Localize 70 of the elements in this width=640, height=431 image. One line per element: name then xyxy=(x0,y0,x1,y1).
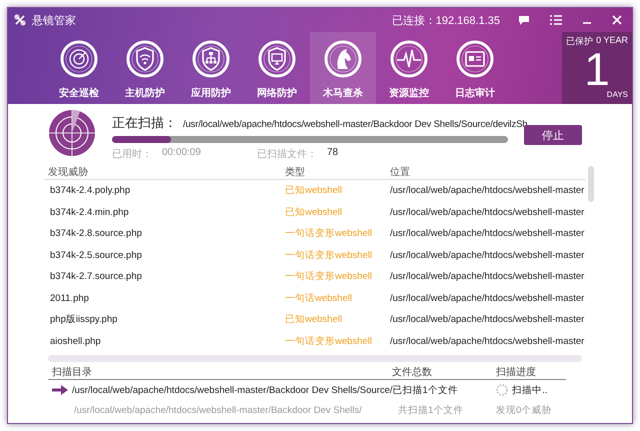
nav-tab[interactable]: 安全巡检 xyxy=(46,32,112,104)
connection-status: 已连接：192.168.1.35 xyxy=(392,14,500,28)
threat-type: 一句话变形webshell xyxy=(285,271,372,282)
file-name: b374k-2.7.source.php xyxy=(50,271,142,282)
spinner-icon xyxy=(496,384,508,396)
file-name: b374k-2.5.source.php xyxy=(50,250,142,261)
shield-network-icon xyxy=(191,39,231,79)
file-name: b374k-2.4.min.php xyxy=(50,206,129,218)
chat-icon[interactable] xyxy=(518,14,530,26)
scan-progress: 发现0个威胁 xyxy=(496,404,552,416)
window-title: 悬镜管家 xyxy=(32,14,76,28)
directory-path: /usr/local/web/apache/htdocs/webshell-master/Backdoor Dev Shells/Source/ xyxy=(72,384,393,396)
files-label: 已扫描文件： xyxy=(256,148,317,161)
column-header: 扫描目录 xyxy=(51,366,93,379)
years-count: 0 YEAR xyxy=(596,35,628,47)
column-header: 发现威胁 xyxy=(47,166,89,178)
threat-type: 已知webshell xyxy=(285,185,342,196)
threat-type: 已知webshell xyxy=(285,206,342,218)
days-label: DAYS xyxy=(606,90,628,99)
column-header: 文件总数 xyxy=(392,366,433,379)
file-name: aioshell.php xyxy=(50,336,101,347)
nav-tab[interactable]: 应用防护 xyxy=(178,32,244,104)
days-count: 1 xyxy=(584,48,610,90)
scanning-label: 正在扫描： xyxy=(112,114,177,132)
elapsed-time: 00:00:09 xyxy=(162,147,201,160)
directory-path: /usr/local/web/apache/htdocs/webshell-master/Backdoor Dev Shells/ xyxy=(74,404,362,416)
stop-button[interactable]: 停止 xyxy=(524,125,582,145)
file-location: /usr/local/web/apache/htdocs/webshell-master xyxy=(390,185,584,196)
file-location: /usr/local/web/apache/htdocs/webshell-master xyxy=(390,250,584,261)
file-location: /usr/local/web/apache/htdocs/webshell-master xyxy=(390,271,584,282)
shield-monitor-icon xyxy=(257,39,297,79)
file-name: b374k-2.4.poly.php xyxy=(50,185,130,196)
nav-tab[interactable]: 木马查杀 xyxy=(310,32,376,104)
nav-tab[interactable]: 主机防护 xyxy=(112,32,178,104)
column-header: 位置 xyxy=(390,166,411,178)
threat-type: 一句话变形webshell xyxy=(285,228,372,240)
close-icon[interactable] xyxy=(612,15,622,25)
file-location: /usr/local/web/apache/htdocs/webshell-master xyxy=(390,228,584,240)
column-header: 类型 xyxy=(285,166,306,178)
file-location: /usr/local/web/apache/htdocs/webshell-master xyxy=(390,206,584,218)
logo-icon xyxy=(14,14,26,26)
file-location: /usr/local/web/apache/htdocs/webshell-master xyxy=(390,292,584,304)
threat-type: 已知webshell xyxy=(285,314,342,326)
threat-type: 一句话webshell xyxy=(285,292,352,304)
horse-icon xyxy=(323,39,363,79)
shield-wifi-icon xyxy=(125,39,165,79)
scrollbar-thumb[interactable] xyxy=(588,166,594,202)
pulse-icon xyxy=(389,39,429,79)
file-name: php版iisspy.php xyxy=(50,314,118,326)
file-name: 2011.php xyxy=(50,292,89,304)
nav-tab[interactable]: 日志审计 xyxy=(442,32,508,104)
threat-type: 一句话变形webshell xyxy=(285,250,372,261)
threat-type: 一句话变形webshell xyxy=(285,336,372,347)
file-total: 已扫描1个文件 xyxy=(392,384,458,396)
horizontal-scrollbar[interactable] xyxy=(48,355,582,362)
elapsed-label: 已用时： xyxy=(112,148,152,161)
scan-progress: 扫描中.. xyxy=(512,384,548,396)
radar-icon xyxy=(48,109,96,157)
radar-icon xyxy=(59,39,99,79)
files-count: 78 xyxy=(326,147,338,160)
file-location: /usr/local/web/apache/htdocs/webshell-master xyxy=(390,314,584,326)
log-icon xyxy=(455,39,495,79)
nav-tab[interactable]: 资源监控 xyxy=(376,32,442,104)
protected-label: 已保护 xyxy=(566,35,593,48)
nav-tab[interactable]: 网络防护 xyxy=(244,32,310,104)
file-total: 共扫描1个文件 xyxy=(398,404,464,416)
file-location: /usr/local/web/apache/htdocs/webshell-master xyxy=(390,336,584,347)
file-name: b374k-2.8.source.php xyxy=(50,228,142,240)
column-header: 扫描进度 xyxy=(496,366,537,379)
menu-icon[interactable] xyxy=(550,15,562,25)
